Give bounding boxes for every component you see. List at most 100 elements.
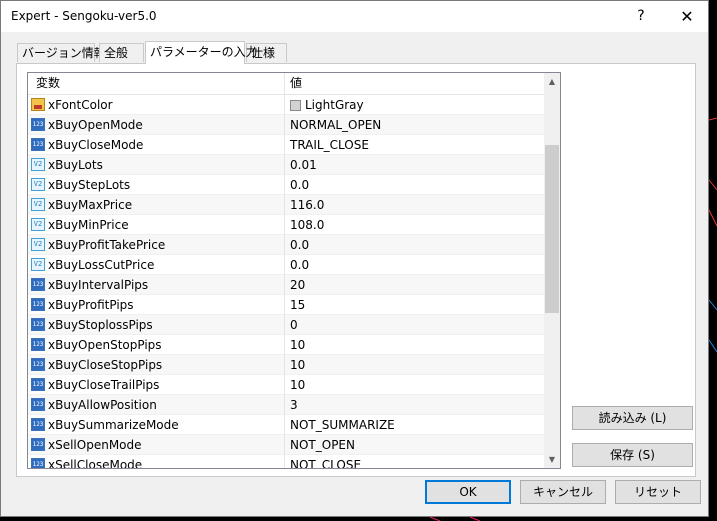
table-row[interactable]: 123 xBuyOpenMode NORMAL_OPEN [28,115,544,135]
cancel-button[interactable]: キャンセル [520,480,606,504]
table-row[interactable]: 123 xBuySummarizeMode NOT_SUMMARIZE [28,415,544,435]
variable-value[interactable]: 0.01 [290,155,317,175]
table-row[interactable]: V2 xBuyLots 0.01 [28,155,544,175]
parameters-grid: 変数 値 xFontColor LightGray 123 xBuyOpenMode N… [27,72,561,469]
table-row[interactable]: 123 xBuyAllowPosition 3 [28,395,544,415]
load-button[interactable]: 読み込み (L) [572,406,693,430]
integer-type-icon: 123 [31,118,45,131]
variable-value[interactable]: 15 [290,295,305,315]
variable-value[interactable]: 3 [290,395,298,415]
tab-version-info[interactable]: バージョン情報 [17,43,106,62]
integer-type-icon: 123 [31,418,45,431]
table-row[interactable]: V2 xBuyStepLots 0.0 [28,175,544,195]
table-row[interactable]: 123 xSellCloseMode NOT_CLOSE [28,455,544,468]
variable-name: xBuyAllowPosition [48,398,157,412]
variable-name: xBuyMaxPrice [48,198,133,212]
variable-value[interactable]: 108.0 [290,215,324,235]
variable-value[interactable]: 0 [290,315,298,335]
variable-name: xBuyStoplossPips [48,318,153,332]
column-divider [284,275,285,295]
variable-value[interactable]: 10 [290,355,305,375]
table-row[interactable]: 123 xBuyCloseMode TRAIL_CLOSE [28,135,544,155]
variable-value[interactable]: NOT_CLOSE [290,455,361,468]
variable-value[interactable]: LightGray [290,95,364,115]
header-variable[interactable]: 変数 [36,73,60,94]
help-icon[interactable]: ? [621,1,661,32]
integer-type-icon: 123 [31,458,45,468]
color-type-icon [31,98,45,111]
column-divider [284,235,285,255]
integer-type-icon: 123 [31,318,45,331]
title-bar: Expert - Sengoku-ver5.0 ? ✕ [1,1,708,32]
integer-type-icon: 123 [31,378,45,391]
grid-header: 変数 値 [28,73,544,95]
variable-name: xBuyCloseMode [48,138,144,152]
header-value[interactable]: 値 [290,73,302,94]
column-divider [284,195,285,215]
variable-value[interactable]: 0.0 [290,255,309,275]
variable-name: xBuyOpenMode [48,118,143,132]
table-row[interactable]: 123 xBuyIntervalPips 20 [28,275,544,295]
variable-value[interactable]: 10 [290,375,305,395]
column-divider [284,175,285,195]
variable-name: xBuyMinPrice [48,218,129,232]
column-divider [284,295,285,315]
variable-name: xBuyCloseTrailPips [48,378,160,392]
tab-general[interactable]: 全般 [99,43,144,62]
ok-button[interactable]: OK [425,480,511,504]
color-value-label: LightGray [305,98,364,112]
table-row[interactable]: 123 xBuyOpenStopPips 10 [28,335,544,355]
close-icon[interactable]: ✕ [667,1,707,32]
table-row[interactable]: 123 xBuyCloseTrailPips 10 [28,375,544,395]
double-type-icon: V2 [31,158,45,171]
integer-type-icon: 123 [31,358,45,371]
variable-value[interactable]: NORMAL_OPEN [290,115,381,135]
table-row[interactable]: xFontColor LightGray [28,95,544,115]
variable-value[interactable]: 10 [290,335,305,355]
table-row[interactable]: V2 xBuyMaxPrice 116.0 [28,195,544,215]
table-row[interactable]: 123 xBuyProfitPips 15 [28,295,544,315]
double-type-icon: V2 [31,178,45,191]
column-divider [284,95,285,115]
variable-name: xSellOpenMode [48,438,142,452]
column-divider [284,115,285,135]
variable-name: xBuyProfitPips [48,298,134,312]
header-divider[interactable] [284,73,285,94]
save-button[interactable]: 保存 (S) [572,443,693,467]
color-swatch [290,100,301,111]
table-row[interactable]: V2 xBuyMinPrice 108.0 [28,215,544,235]
integer-type-icon: 123 [31,278,45,291]
table-row[interactable]: 123 xSellOpenMode NOT_OPEN [28,435,544,455]
table-row[interactable]: 123 xBuyCloseStopPips 10 [28,355,544,375]
scroll-thumb[interactable] [545,145,559,313]
integer-type-icon: 123 [31,398,45,411]
variable-value[interactable]: 0.0 [290,175,309,195]
variable-value[interactable]: 0.0 [290,235,309,255]
column-divider [284,415,285,435]
column-divider [284,395,285,415]
variable-value[interactable]: TRAIL_CLOSE [290,135,369,155]
integer-type-icon: 123 [31,338,45,351]
table-row[interactable]: V2 xBuyLossCutPrice 0.0 [28,255,544,275]
variable-name: xBuyCloseStopPips [48,358,163,372]
column-divider [284,135,285,155]
double-type-icon: V2 [31,218,45,231]
integer-type-icon: 123 [31,438,45,451]
column-divider [284,355,285,375]
variable-name: xBuySummarizeMode [48,418,179,432]
column-divider [284,455,285,468]
variable-value[interactable]: 116.0 [290,195,324,215]
scroll-down-icon[interactable]: ▼ [544,451,560,468]
column-divider [284,335,285,355]
reset-button[interactable]: リセット [615,480,701,504]
integer-type-icon: 123 [31,138,45,151]
variable-value[interactable]: NOT_OPEN [290,435,355,455]
variable-value[interactable]: 20 [290,275,305,295]
scroll-up-icon[interactable]: ▲ [544,73,560,90]
vertical-scrollbar[interactable]: ▲ ▼ [544,73,560,468]
tab-parameters[interactable]: パラメーターの入力 [145,41,258,64]
table-row[interactable]: 123 xBuyStoplossPips 0 [28,315,544,335]
column-divider [284,255,285,275]
variable-value[interactable]: NOT_SUMMARIZE [290,415,395,435]
table-row[interactable]: V2 xBuyProfitTakePrice 0.0 [28,235,544,255]
